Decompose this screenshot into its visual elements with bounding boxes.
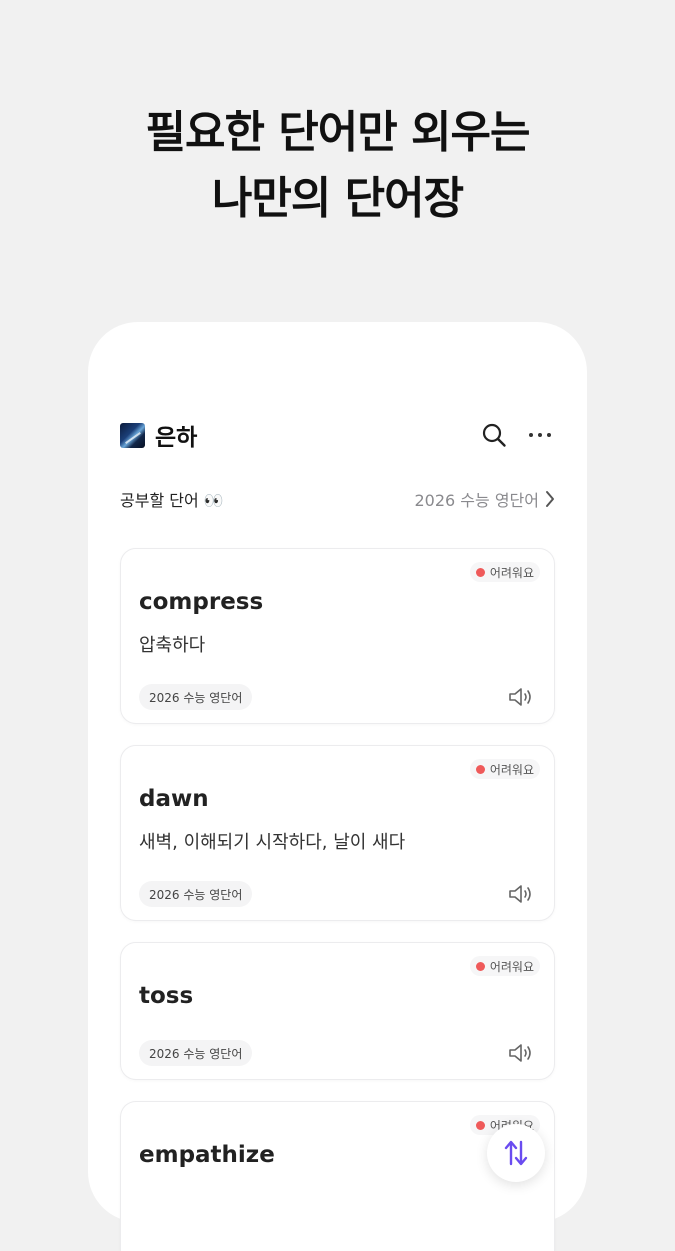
- book-title: 은하: [155, 425, 198, 451]
- word-card[interactable]: 어려워요 dawn 새벽, 이해되기 시작하다, 날이 새다 2026 수능 영…: [120, 745, 555, 921]
- word-text: empathize: [139, 1142, 275, 1168]
- difficulty-label: 어려워요: [489, 762, 534, 777]
- speaker-icon[interactable]: [508, 1042, 534, 1064]
- difficulty-badge: 어려워요: [469, 956, 540, 976]
- wordbook-tag: 2026 수능 영단어: [139, 1040, 253, 1066]
- chevron-right-icon: [546, 491, 554, 507]
- difficulty-badge: 어려워요: [469, 759, 540, 779]
- swap-vertical-icon: [504, 1140, 528, 1166]
- difficulty-dot: [475, 764, 485, 774]
- wordbook-selector[interactable]: 2026 수능 영단어: [415, 487, 556, 511]
- word-text: toss: [139, 983, 194, 1009]
- wordbook-tag: 2026 수능 영단어: [139, 684, 253, 710]
- difficulty-dot: [475, 1120, 485, 1130]
- hero-line-1: 필요한 단어만 외우는: [145, 107, 531, 158]
- sort-toggle-button[interactable]: [487, 1124, 545, 1182]
- more-horizontal-icon: [529, 433, 551, 437]
- difficulty-dot: [475, 567, 485, 577]
- difficulty-label: 어려워요: [489, 565, 534, 580]
- list-subheader: 공부할 단어 👀 2026 수능 영단어: [120, 484, 555, 514]
- word-meaning: 압축하다: [139, 635, 206, 656]
- difficulty-dot: [475, 961, 485, 971]
- speaker-icon[interactable]: [508, 883, 534, 905]
- difficulty-label: 어려워요: [489, 959, 534, 974]
- word-card[interactable]: 어려워요 toss 2026 수능 영단어: [120, 942, 555, 1080]
- search-button[interactable]: [479, 420, 509, 450]
- more-button[interactable]: [525, 420, 555, 450]
- word-card[interactable]: 어려워요 empathize: [120, 1101, 555, 1251]
- word-meaning: 새벽, 이해되기 시작하다, 날이 새다: [139, 832, 406, 853]
- phone-screen: 은하 공부할 단어 👀 2026 수능 영단어 어려워요 compress 압축…: [88, 322, 587, 1251]
- speaker-icon[interactable]: [508, 686, 534, 708]
- hero-line-2: 나만의 단어장: [211, 173, 464, 224]
- study-words-label: 공부할 단어 👀: [120, 491, 224, 510]
- wordbook-name: 2026 수능 영단어: [414, 491, 540, 510]
- wordbook-tag: 2026 수능 영단어: [139, 881, 253, 907]
- word-text: compress: [139, 589, 264, 615]
- search-icon: [482, 423, 506, 447]
- book-cover-thumbnail: [120, 422, 145, 448]
- word-text: dawn: [139, 786, 209, 812]
- word-card[interactable]: 어려워요 compress 압축하다 2026 수능 영단어: [120, 548, 555, 724]
- hero-heading: 필요한 단어만 외우는 나만의 단어장: [0, 100, 675, 232]
- top-bar: 은하: [120, 416, 555, 454]
- difficulty-badge: 어려워요: [469, 562, 540, 582]
